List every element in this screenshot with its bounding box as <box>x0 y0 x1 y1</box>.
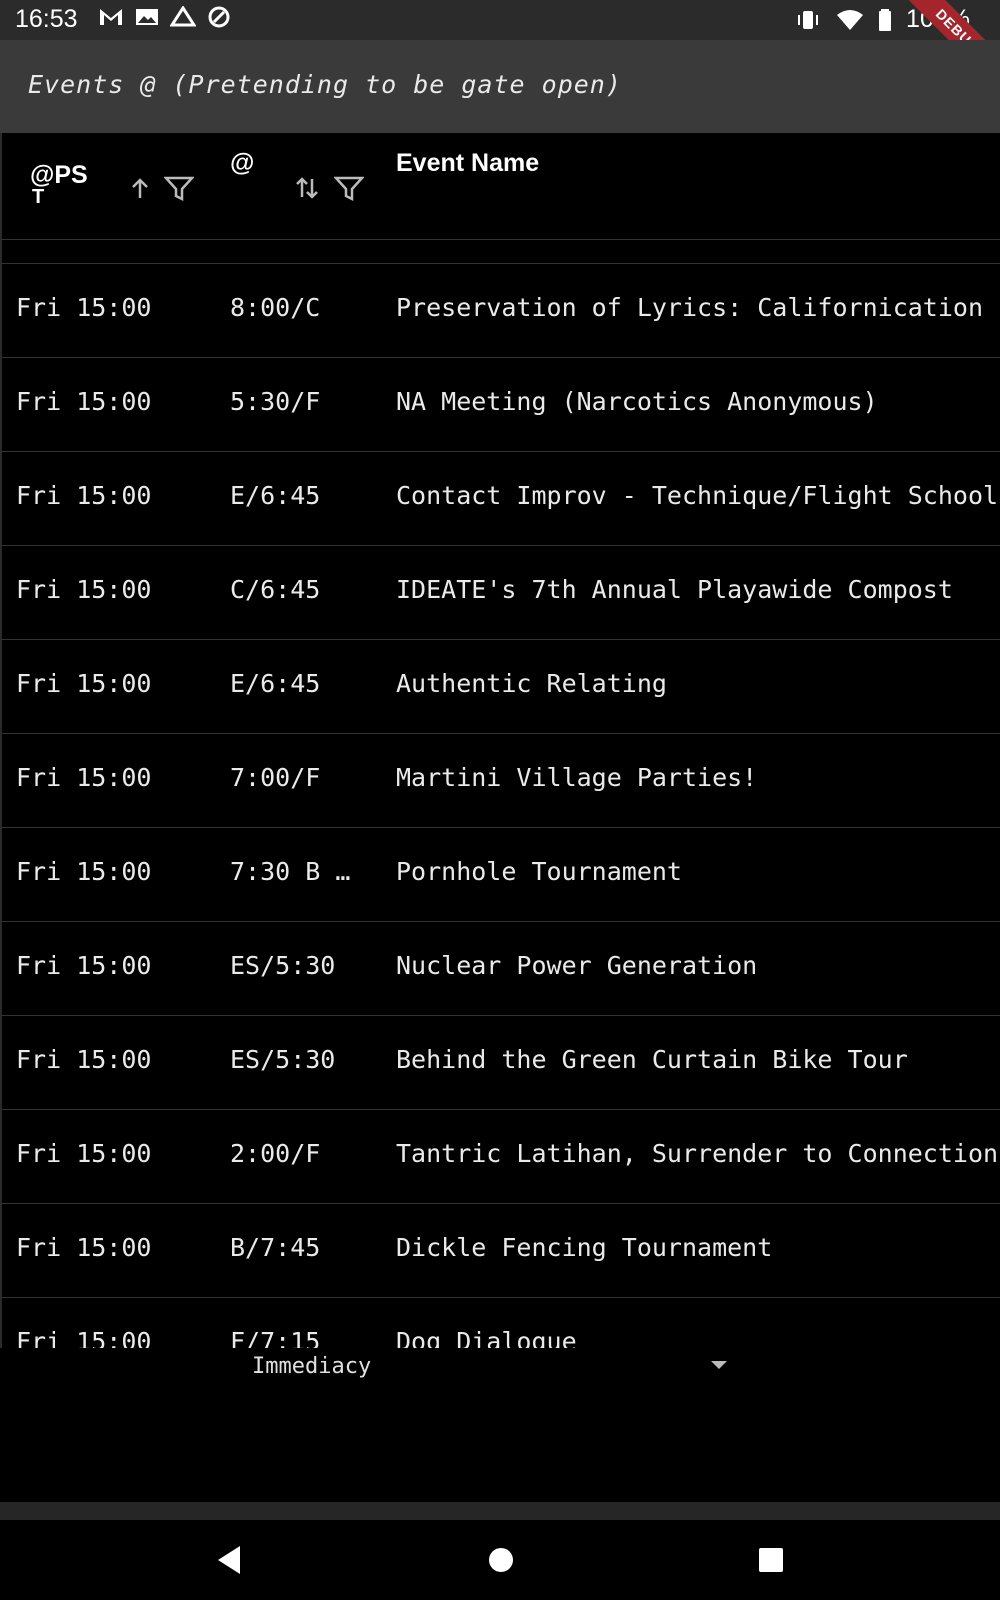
cell-start-time: Fri 15:00 <box>16 857 152 886</box>
table-header: @PS T @ Event Name <box>2 133 1000 240</box>
cell-event-name: IDEATE's 7th Annual Playawide Compost <box>396 575 953 604</box>
status-bar: 16:53 100% DEBUG <box>0 0 1000 97</box>
table-row[interactable]: Fri 15:00 B/7:45 Dickle Fencing Tournament <box>2 1204 1000 1298</box>
dropdown-arrow-icon <box>711 1361 727 1369</box>
cell-start-time: Fri 15:00 <box>16 1139 152 1168</box>
table-row[interactable]: Fri 15:00 7:30 B … Pornhole Tournament <box>2 828 1000 922</box>
home-icon[interactable] <box>484 1540 518 1580</box>
column-header-location-label: @ <box>230 149 255 177</box>
table-row[interactable]: Fri 15:00 7:00/F Martini Village Parties! <box>2 734 1000 828</box>
table-row[interactable]: Fri 15:00 E/6:45 Authentic Relating <box>2 640 1000 734</box>
status-time: 16:53 <box>15 5 78 33</box>
cell-start-time: Fri 15:00 <box>16 1327 152 1348</box>
cell-location: 5:30/F <box>230 387 321 416</box>
cell-event-name: Nuclear Power Generation <box>396 951 758 980</box>
photo-icon <box>136 9 158 25</box>
column-header-start[interactable]: @PS T <box>30 161 88 208</box>
app-bar: Events @ (Pretending to be gate open) <box>0 40 1000 133</box>
cell-start-time: Fri 15:00 <box>16 293 152 322</box>
cell-location: ES/5:30 <box>230 951 336 980</box>
filter-icon[interactable] <box>164 175 194 201</box>
cell-event-name: Preservation of Lyrics: Californication <box>396 293 983 322</box>
cell-location: E/6:45 <box>230 481 321 510</box>
cell-start-time: Fri 15:00 <box>16 951 152 980</box>
cell-start-time: Fri 15:00 <box>16 575 152 604</box>
cell-event-name: NA Meeting (Narcotics Anonymous) <box>396 387 878 416</box>
page-title: Events @ (Pretending to be gate open) <box>28 70 622 99</box>
sync-icon <box>208 6 230 28</box>
cell-location: 7:30 B … <box>230 857 351 886</box>
column-header-event-name-label: Event Name <box>396 149 540 177</box>
sort-ascending-icon[interactable] <box>130 176 150 200</box>
cell-event-name: Authentic Relating <box>396 669 667 698</box>
cell-start-time: Fri 15:00 <box>16 763 152 792</box>
table-row[interactable]: Fri 15:00 ES/5:30 Behind the Green Curtain… <box>2 1016 1000 1110</box>
notification-icons <box>98 6 232 28</box>
column-header-start-label: @PS <box>30 161 88 189</box>
cell-event-name: Pornhole Tournament <box>396 857 682 886</box>
cell-event-name: Dog Dialogue <box>396 1327 577 1348</box>
gmail-icon <box>100 9 122 25</box>
column-header-event-name[interactable]: Event Name <box>396 149 539 177</box>
table-row-partial <box>2 239 1000 264</box>
cell-event-name: Contact Improv - Technique/Flight School <box>396 481 999 510</box>
battery-icon <box>879 8 892 31</box>
filter-icon[interactable] <box>334 175 364 201</box>
cell-location: ES/5:30 <box>230 1045 336 1074</box>
table-row[interactable]: Fri 15:00 ES/5:30 Nuclear Power Generation <box>2 922 1000 1016</box>
table-body: Fri 15:00 8:00/C Preservation of Lyrics: C… <box>2 264 1000 1348</box>
back-icon[interactable] <box>214 1540 244 1580</box>
column-header-start-label-2: T <box>32 186 45 208</box>
cell-event-name: Martini Village Parties! <box>396 763 758 792</box>
system-nav-bar <box>0 1520 1000 1600</box>
column-location-controls <box>294 175 364 201</box>
cell-event-name: Behind the Green Curtain Bike Tour <box>396 1045 908 1074</box>
cell-start-time: Fri 15:00 <box>16 481 152 510</box>
table-row[interactable]: Fri 15:00 E/6:45 Contact Improv - Techniqu… <box>2 452 1000 546</box>
table-row[interactable]: Fri 15:00 5:30/F NA Meeting (Narcotics Ano… <box>2 358 1000 452</box>
table-row[interactable]: Fri 15:00 C/6:45 IDEATE's 7th Annual Playa… <box>2 546 1000 640</box>
table-row[interactable]: Fri 15:00 8:00/C Preservation of Lyrics: C… <box>2 264 1000 358</box>
cell-location: 7:00/F <box>230 763 321 792</box>
cell-start-time: Fri 15:00 <box>16 669 152 698</box>
drive-icon <box>170 6 196 27</box>
sort-unsorted-icon[interactable] <box>294 175 320 201</box>
bottom-strip <box>0 1502 1000 1520</box>
cell-location: E/6:45 <box>230 669 321 698</box>
recents-icon[interactable] <box>756 1540 786 1580</box>
cell-event-name: Dickle Fencing Tournament <box>396 1233 773 1262</box>
cell-location: F/7:15 <box>230 1327 321 1348</box>
table-row[interactable]: Fri 15:00 F/7:15 Dog Dialogue <box>2 1298 1000 1348</box>
table-row[interactable]: Fri 15:00 2:00/F Tantric Latihan, Surrende… <box>2 1110 1000 1204</box>
cell-location: C/6:45 <box>230 575 321 604</box>
column-start-controls <box>130 175 194 201</box>
sort-dropdown[interactable]: Immediacy <box>250 1350 740 1386</box>
vibrate-icon <box>798 10 819 29</box>
sort-dropdown-value: Immediacy <box>252 1354 372 1379</box>
events-table[interactable]: @PS T @ Event Name Fri 15:00 8:00/C Preser… <box>0 133 1000 1348</box>
cell-location: 8:00/C <box>230 293 321 322</box>
cell-start-time: Fri 15:00 <box>16 387 152 416</box>
cell-location: B/7:45 <box>230 1233 321 1262</box>
cell-start-time: Fri 15:00 <box>16 1045 152 1074</box>
cell-event-name: Tantric Latihan, Surrender to Connection <box>396 1139 999 1168</box>
cell-location: 2:00/F <box>230 1139 321 1168</box>
wifi-icon <box>837 9 864 30</box>
cell-start-time: Fri 15:00 <box>16 1233 152 1262</box>
column-header-location[interactable]: @ <box>230 149 254 177</box>
